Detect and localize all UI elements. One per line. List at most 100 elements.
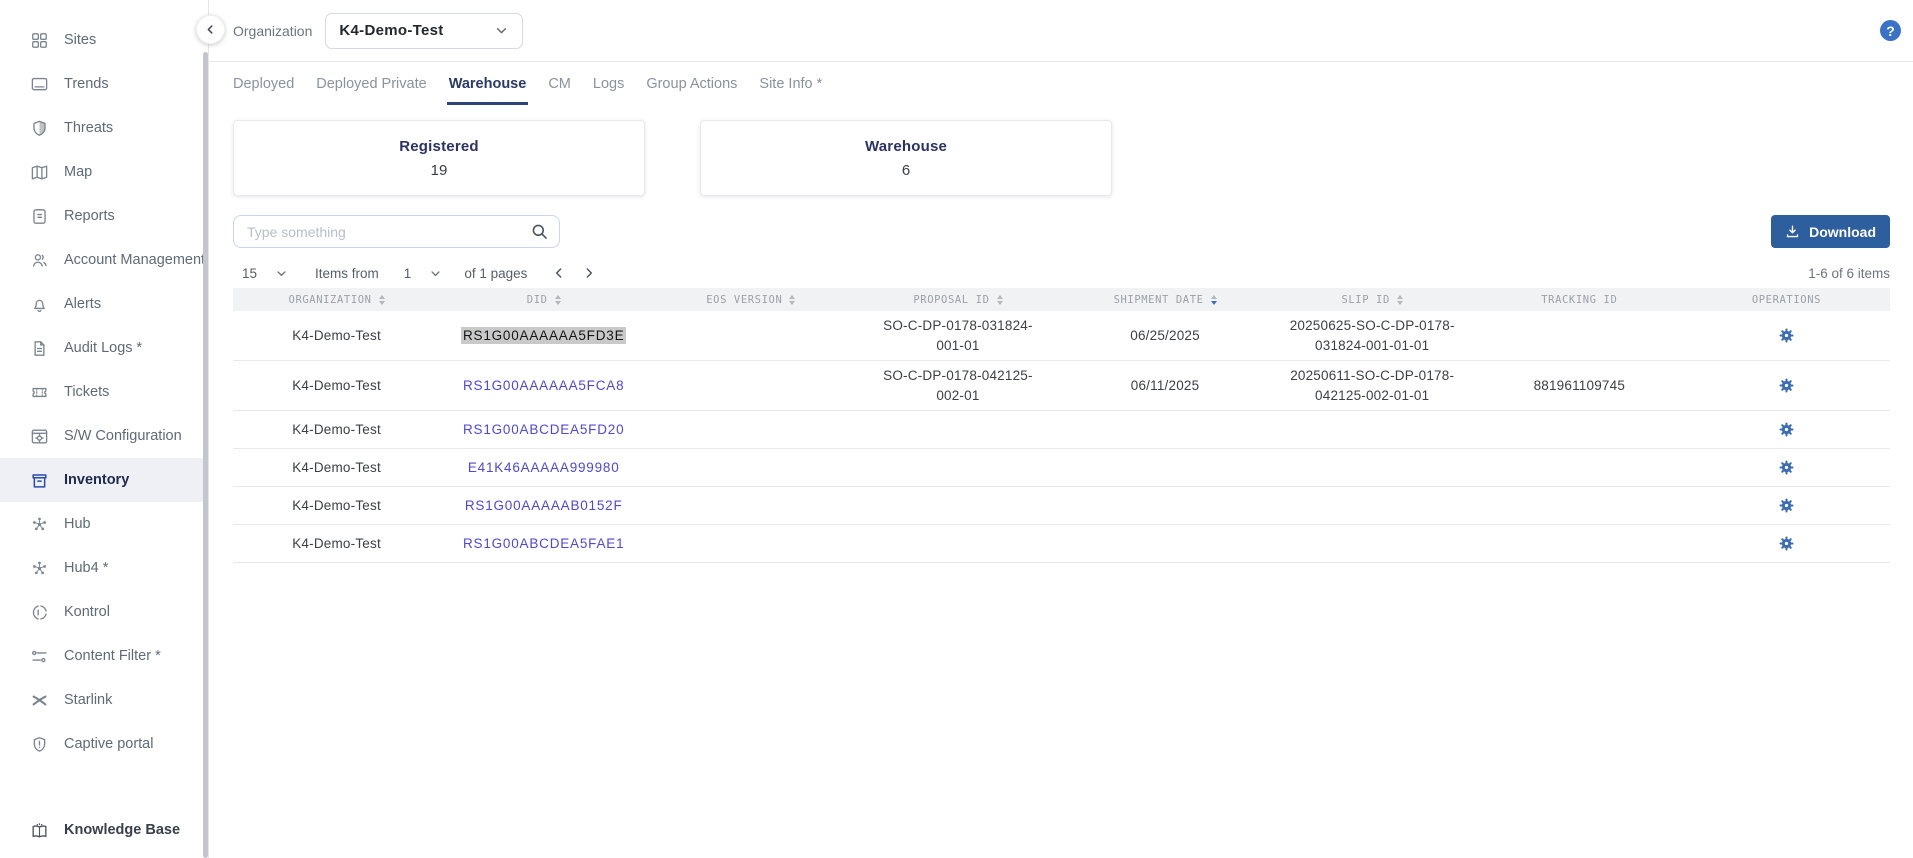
tab-logs[interactable]: Logs	[593, 62, 624, 105]
sidebar-collapse-button[interactable]	[196, 15, 225, 44]
tab-site-info[interactable]: Site Info *	[759, 62, 822, 105]
cell-did: RS1G00ABCDEA5FD20	[440, 422, 647, 437]
cell-did: RS1G00ABCDEA5FAE1	[440, 536, 647, 551]
gear-icon[interactable]	[1777, 376, 1796, 395]
gear-icon[interactable]	[1777, 420, 1796, 439]
gear-icon[interactable]	[1777, 326, 1796, 345]
search-input[interactable]	[234, 216, 530, 247]
sidebar-item-label: Alerts	[64, 296, 101, 312]
page-size-caret-icon[interactable]	[274, 266, 289, 281]
sidebar-item-hub[interactable]: Hub	[0, 502, 208, 546]
sidebar-item-reports[interactable]: Reports	[0, 194, 208, 238]
sidebar-item-trends[interactable]: Trends	[0, 62, 208, 106]
sidebar-item-sw-configuration[interactable]: S/W Configuration	[0, 414, 208, 458]
sidebar-item-hub4[interactable]: Hub4 *	[0, 546, 208, 590]
tab-deployed-private[interactable]: Deployed Private	[316, 62, 426, 105]
column-header-operations: OPERATIONS	[1683, 294, 1890, 306]
sidebar-item-label: Content Filter *	[64, 648, 161, 664]
column-header-proposal-id[interactable]: PROPOSAL ID	[854, 294, 1061, 306]
organization-value: K4-Demo-Test	[339, 22, 443, 39]
summary-card-title: Registered	[399, 138, 479, 155]
page-number-caret-icon[interactable]	[428, 266, 443, 281]
sidebar-item-starlink[interactable]: Starlink	[0, 678, 208, 722]
sort-arrows-icon	[997, 295, 1003, 305]
column-header-eos-version[interactable]: EOS VERSION	[647, 294, 854, 306]
table-row: K4-Demo-TestRS1G00AAAAAA5FD3ESO-C-DP-017…	[233, 311, 1890, 361]
sidebar-item-threats[interactable]: Threats	[0, 106, 208, 150]
help-icon[interactable]: ?	[1880, 20, 1901, 41]
kontrol-icon	[30, 603, 49, 622]
sort-arrows-icon	[789, 295, 795, 305]
gear-icon[interactable]	[1777, 458, 1796, 477]
sort-arrows-icon	[379, 295, 385, 305]
search-box	[233, 215, 560, 248]
organization-select[interactable]: K4-Demo-Test	[325, 13, 523, 49]
sidebar-item-tickets[interactable]: Tickets	[0, 370, 208, 414]
starlink-icon	[30, 691, 49, 710]
download-button[interactable]: Download	[1771, 215, 1890, 248]
previous-page-button[interactable]	[551, 265, 567, 281]
sidebar-item-label: Threats	[64, 120, 113, 136]
bell-icon	[30, 295, 49, 314]
column-header-label: TRACKING ID	[1541, 294, 1617, 306]
column-header-slip-id[interactable]: SLIP ID	[1269, 294, 1476, 306]
sidebar-item-label: Inventory	[64, 472, 129, 488]
column-header-label: PROPOSAL ID	[913, 294, 989, 306]
cell-organization: K4-Demo-Test	[233, 536, 440, 551]
page-number-value[interactable]: 1	[404, 266, 412, 281]
sidebar-item-label: Sites	[64, 32, 96, 48]
column-header-organization[interactable]: ORGANIZATION	[233, 294, 440, 306]
sidebar-item-captive-portal[interactable]: Captive portal	[0, 722, 208, 766]
sidebar-item-kontrol[interactable]: Kontrol	[0, 590, 208, 634]
sidebar-item-alerts[interactable]: Alerts	[0, 282, 208, 326]
sidebar-item-map[interactable]: Map	[0, 150, 208, 194]
download-icon	[1785, 224, 1800, 239]
did-link[interactable]: E41K46AAAAA999980	[468, 460, 620, 475]
summary-card-title: Warehouse	[865, 138, 947, 155]
cell-shipment-date: 06/11/2025	[1062, 378, 1269, 393]
sidebar-nav: Sites Trends Threats MapReportsAccount Mana…	[0, 18, 208, 766]
next-page-button[interactable]	[581, 265, 597, 281]
did-link[interactable]: RS1G00AAAAAA5FCA8	[463, 378, 624, 393]
table-row: K4-Demo-Test RS1G00ABCDEA5FAE1	[233, 525, 1890, 563]
tab-cm[interactable]: CM	[548, 62, 571, 105]
column-header-label: DID	[527, 294, 548, 306]
gear-icon[interactable]	[1777, 534, 1796, 553]
users-icon	[30, 251, 49, 270]
sidebar-item-knowledge-base[interactable]: Knowledge Base	[0, 808, 208, 852]
sidebar-item-audit-logs[interactable]: Audit Logs *	[0, 326, 208, 370]
app-root: Sites Trends Threats MapReportsAccount Mana…	[0, 0, 1913, 858]
did-link[interactable]: RS1G00ABCDEA5FD20	[463, 422, 624, 437]
sidebar-item-content-filter[interactable]: Content Filter *	[0, 634, 208, 678]
search-icon[interactable]	[530, 222, 549, 241]
report-icon	[30, 207, 49, 226]
cell-did: RS1G00AAAAAB0152F	[440, 498, 647, 513]
did-link[interactable]: RS1G00ABCDEA5FAE1	[463, 536, 624, 551]
gear-icon[interactable]	[1777, 496, 1796, 515]
page-size-value[interactable]: 15	[242, 266, 257, 281]
cell-tracking-id: 881961109745	[1476, 378, 1683, 393]
sidebar-item-label: Knowledge Base	[64, 822, 180, 838]
column-header-did[interactable]: DID	[440, 294, 647, 306]
tab-deployed[interactable]: Deployed	[233, 62, 294, 105]
did-link[interactable]: RS1G00AAAAAB0152F	[465, 498, 623, 513]
sidebar-item-inventory[interactable]: Inventory	[0, 458, 208, 502]
sort-arrows-icon	[555, 295, 561, 305]
sidebar-scrollbar[interactable]	[203, 52, 208, 858]
sidebar-item-account-management[interactable]: Account Management	[0, 238, 208, 282]
pagination-bar: 15 Items from 1 of 1 pages 1-6 of 6 item…	[209, 265, 1913, 281]
hub-icon	[30, 515, 49, 534]
column-header-label: ORGANIZATION	[289, 294, 372, 306]
column-header-label: OPERATIONS	[1752, 294, 1821, 306]
items-range-label: 1-6 of 6 items	[1808, 266, 1890, 281]
column-header-label: EOS VERSION	[706, 294, 782, 306]
column-header-shipment-date[interactable]: SHIPMENT DATE	[1062, 294, 1269, 306]
ticket-icon	[30, 383, 49, 402]
tab-group-actions[interactable]: Group Actions	[646, 62, 737, 105]
sidebar-item-sites[interactable]: Sites	[0, 18, 208, 62]
cell-organization: K4-Demo-Test	[233, 328, 440, 343]
tab-warehouse[interactable]: Warehouse	[449, 62, 527, 105]
cell-proposal-id: SO-C-DP-0178-042125-002-01	[854, 366, 1061, 405]
monitor-icon	[30, 75, 49, 94]
sidebar-item-label: Kontrol	[64, 604, 110, 620]
